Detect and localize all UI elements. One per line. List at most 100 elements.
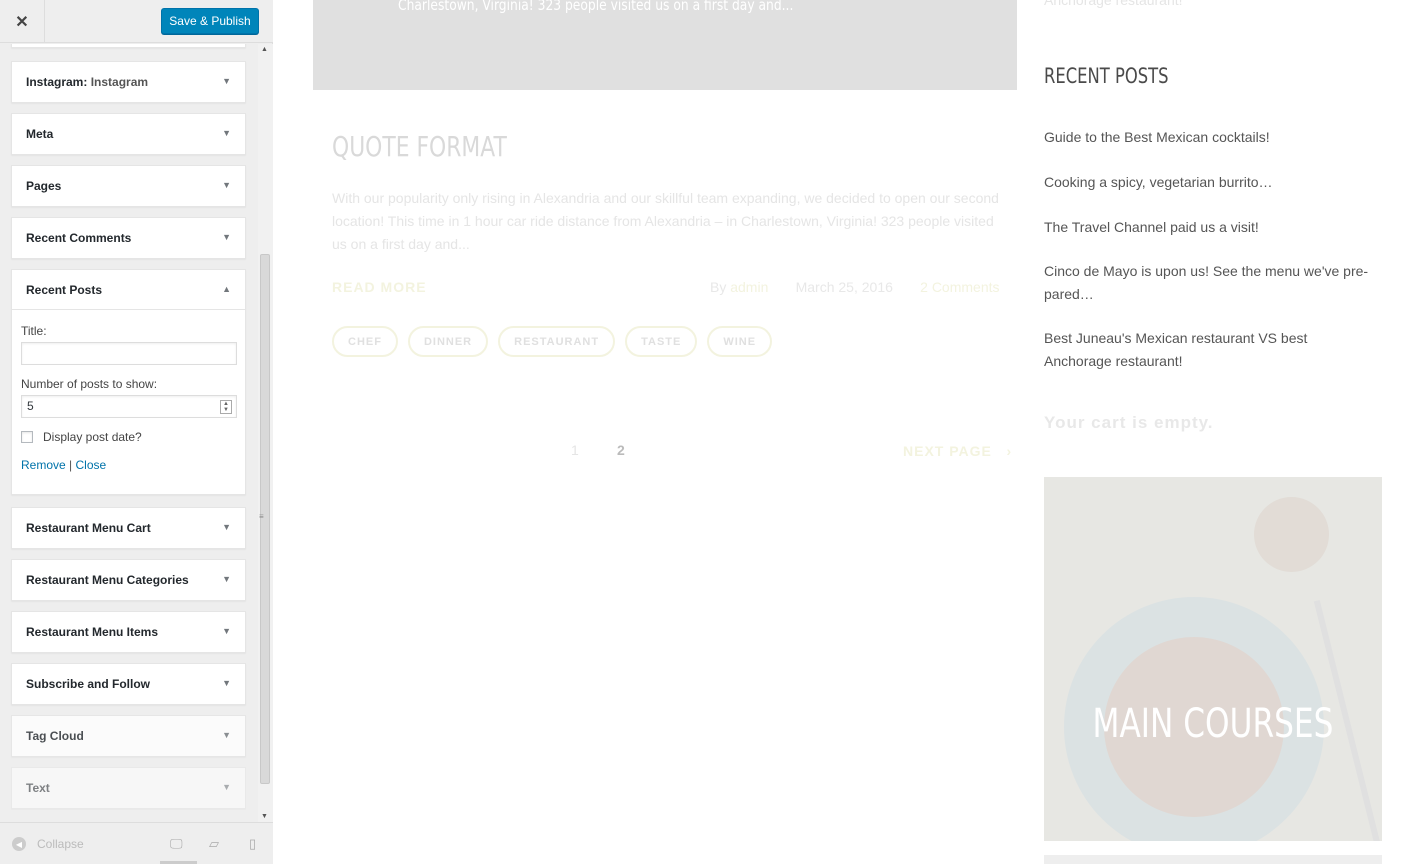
sidebar-previous-text: Anchorage restaurant! [1044,0,1183,8]
tag-taste[interactable]: TASTE [625,326,698,357]
widget-text[interactable]: Text ▼ [11,767,246,809]
widget-subscribe-follow[interactable]: Subscribe and Follow ▼ [11,663,246,705]
post-date: March 25, 2016 [795,279,893,295]
close-icon[interactable]: ✕ [0,0,45,43]
collapse-icon: ◀ [12,837,26,851]
save-publish-button[interactable]: Save & Publish [161,8,259,34]
separator: | [69,458,73,472]
tag-chef[interactable]: CHEF [332,326,398,357]
recent-post-link[interactable]: Cinco de Mayo is upon us! See the menu w… [1044,260,1374,305]
featured-excerpt: Charlestown, Virginia! 323 people visite… [398,0,794,14]
expand-arrow-icon[interactable]: ▼ [222,76,231,86]
chevron-right-icon: › [1006,443,1013,459]
main-courses-title: MAIN COURSES [1092,701,1334,747]
post-excerpt: With our popularity only rising in Alexa… [332,190,999,252]
scroll-up-icon[interactable]: ▲ [261,46,268,53]
widget-title: Restaurant Menu Cart [26,521,151,535]
tag-restaurant[interactable]: RESTAURANT [498,326,616,357]
expand-arrow-icon[interactable]: ▼ [222,730,231,740]
customizer-header: ✕ Save & Publish [0,0,273,43]
widget-tag-cloud[interactable]: Tag Cloud ▼ [11,715,246,757]
count-label: Number of posts to show: [21,377,158,391]
widget-title: Instagram: [26,75,88,89]
site-preview: Charlestown, Virginia! 323 people visite… [274,0,1419,864]
widget-title: Recent Posts [26,282,103,297]
tag-wine[interactable]: WINE [707,326,773,357]
post-title[interactable]: QUOTE FORMAT [332,130,507,163]
collapse-arrow-icon[interactable]: ▲ [222,284,231,294]
widget-title: Restaurant Menu Items [26,625,159,639]
display-date-row: Display post date? [21,430,236,444]
main-courses-banner[interactable]: MAIN COURSES [1044,477,1382,841]
next-banner-edge [1044,855,1382,864]
recent-post-link[interactable]: Best Juneau's Mexican restaurant VS best… [1044,327,1374,372]
widget-restaurant-menu-cart[interactable]: Restaurant Menu Cart ▼ [11,507,246,549]
widget-meta[interactable]: Meta ▼ [11,113,246,155]
expand-arrow-icon[interactable]: ▼ [222,128,231,138]
author-link[interactable]: admin [730,279,768,295]
count-value: 5 [27,399,34,413]
widgets-panel: Instagram: Instagram ▼ Meta ▼ Pages ▼ Recen… [0,44,258,822]
expand-arrow-icon[interactable]: ▼ [222,232,231,242]
post-tags: CHEF DINNER RESTAURANT TASTE WINE [332,326,782,357]
recent-post-link[interactable]: Cooking a spicy, vegetarian burrito… [1044,171,1374,194]
widget-recent-posts-header[interactable]: Recent Posts ▲ [12,270,245,310]
widget-form: Title: Number of posts to show: 5 ▲ ▼ Disp… [12,310,245,482]
widget-actions: Remove | Close [21,458,236,472]
widget-recent-comments[interactable]: Recent Comments ▼ [11,217,246,259]
title-input[interactable] [21,342,237,365]
sidebar-scrollbar[interactable]: ▲ ≡ ▼ [258,44,273,822]
expand-arrow-icon[interactable]: ▼ [222,782,231,792]
title-label: Title: [21,324,47,338]
pagination-page-1[interactable]: 1 [571,442,579,458]
banner-overlay [1044,477,1382,841]
pagination-page-2: 2 [617,442,625,458]
read-more-link[interactable]: READ MORE [332,279,427,295]
expand-arrow-icon[interactable]: ▼ [222,574,231,584]
customizer-footer: ◀ Collapse 🖵 ▱ ▯ [0,822,273,864]
scroll-down-icon[interactable]: ▼ [261,813,268,820]
post-meta: By admin March 25, 2016 2 Comments [710,279,1000,295]
count-input[interactable]: 5 ▲ ▼ [21,395,237,418]
mobile-icon[interactable]: ▯ [249,836,265,852]
widget-title: Subscribe and Follow [26,677,151,691]
expand-arrow-icon[interactable]: ▼ [222,626,231,636]
collapse-button[interactable]: ◀ Collapse [12,837,84,851]
close-link[interactable]: Close [76,458,107,472]
customizer-sidebar: ✕ Save & Publish Instagram: Instagram ▼ M… [0,0,273,864]
widget-title: Meta [26,127,54,141]
featured-post-image: Charlestown, Virginia! 323 people visite… [313,0,1017,90]
expand-arrow-icon[interactable]: ▼ [222,522,231,532]
widget-pages[interactable]: Pages ▼ [11,165,246,207]
recent-post-link[interactable]: The Travel Channel paid us a visit! [1044,216,1374,239]
next-page-label: NEXT PAGE [903,443,992,459]
widget-instagram[interactable]: Instagram: Instagram ▼ [11,61,246,103]
recent-posts-heading: RECENT POSTS [1044,64,1169,88]
recent-post-link[interactable]: Guide to the Best Mexican cocktails! [1044,126,1374,149]
tablet-icon[interactable]: ▱ [209,836,225,852]
grip-icon: ≡ [259,512,264,521]
expand-arrow-icon[interactable]: ▼ [222,678,231,688]
collapse-label: Collapse [37,837,84,851]
widget-title: Restaurant Menu Categories [26,573,189,587]
display-date-label: Display post date? [43,430,142,444]
spinner-icon[interactable]: ▲ ▼ [220,400,232,414]
remove-link[interactable]: Remove [21,458,66,472]
widget-restaurant-menu-items[interactable]: Restaurant Menu Items ▼ [11,611,246,653]
widget-recent-posts: Recent Posts ▲ Title: Number of posts to … [11,269,246,495]
display-date-checkbox[interactable] [21,431,33,443]
expand-arrow-icon[interactable]: ▼ [222,180,231,190]
widget-title: Recent Comments [26,231,132,245]
widget-title: Pages [26,179,62,193]
comments-link[interactable]: 2 Comments [920,279,999,295]
tag-dinner[interactable]: DINNER [407,326,489,357]
cart-empty-message: Your cart is empty. [1044,413,1214,432]
desktop-icon[interactable]: 🖵 [170,836,186,852]
widget-title: Text [26,781,50,795]
widget-subtitle: Instagram [90,75,149,89]
next-page-link[interactable]: NEXT PAGE › [903,443,1012,459]
by-label: By [710,279,727,295]
widget-title: Tag Cloud [26,729,84,743]
widget-partial [11,44,246,48]
widget-restaurant-menu-categories[interactable]: Restaurant Menu Categories ▼ [11,559,246,601]
